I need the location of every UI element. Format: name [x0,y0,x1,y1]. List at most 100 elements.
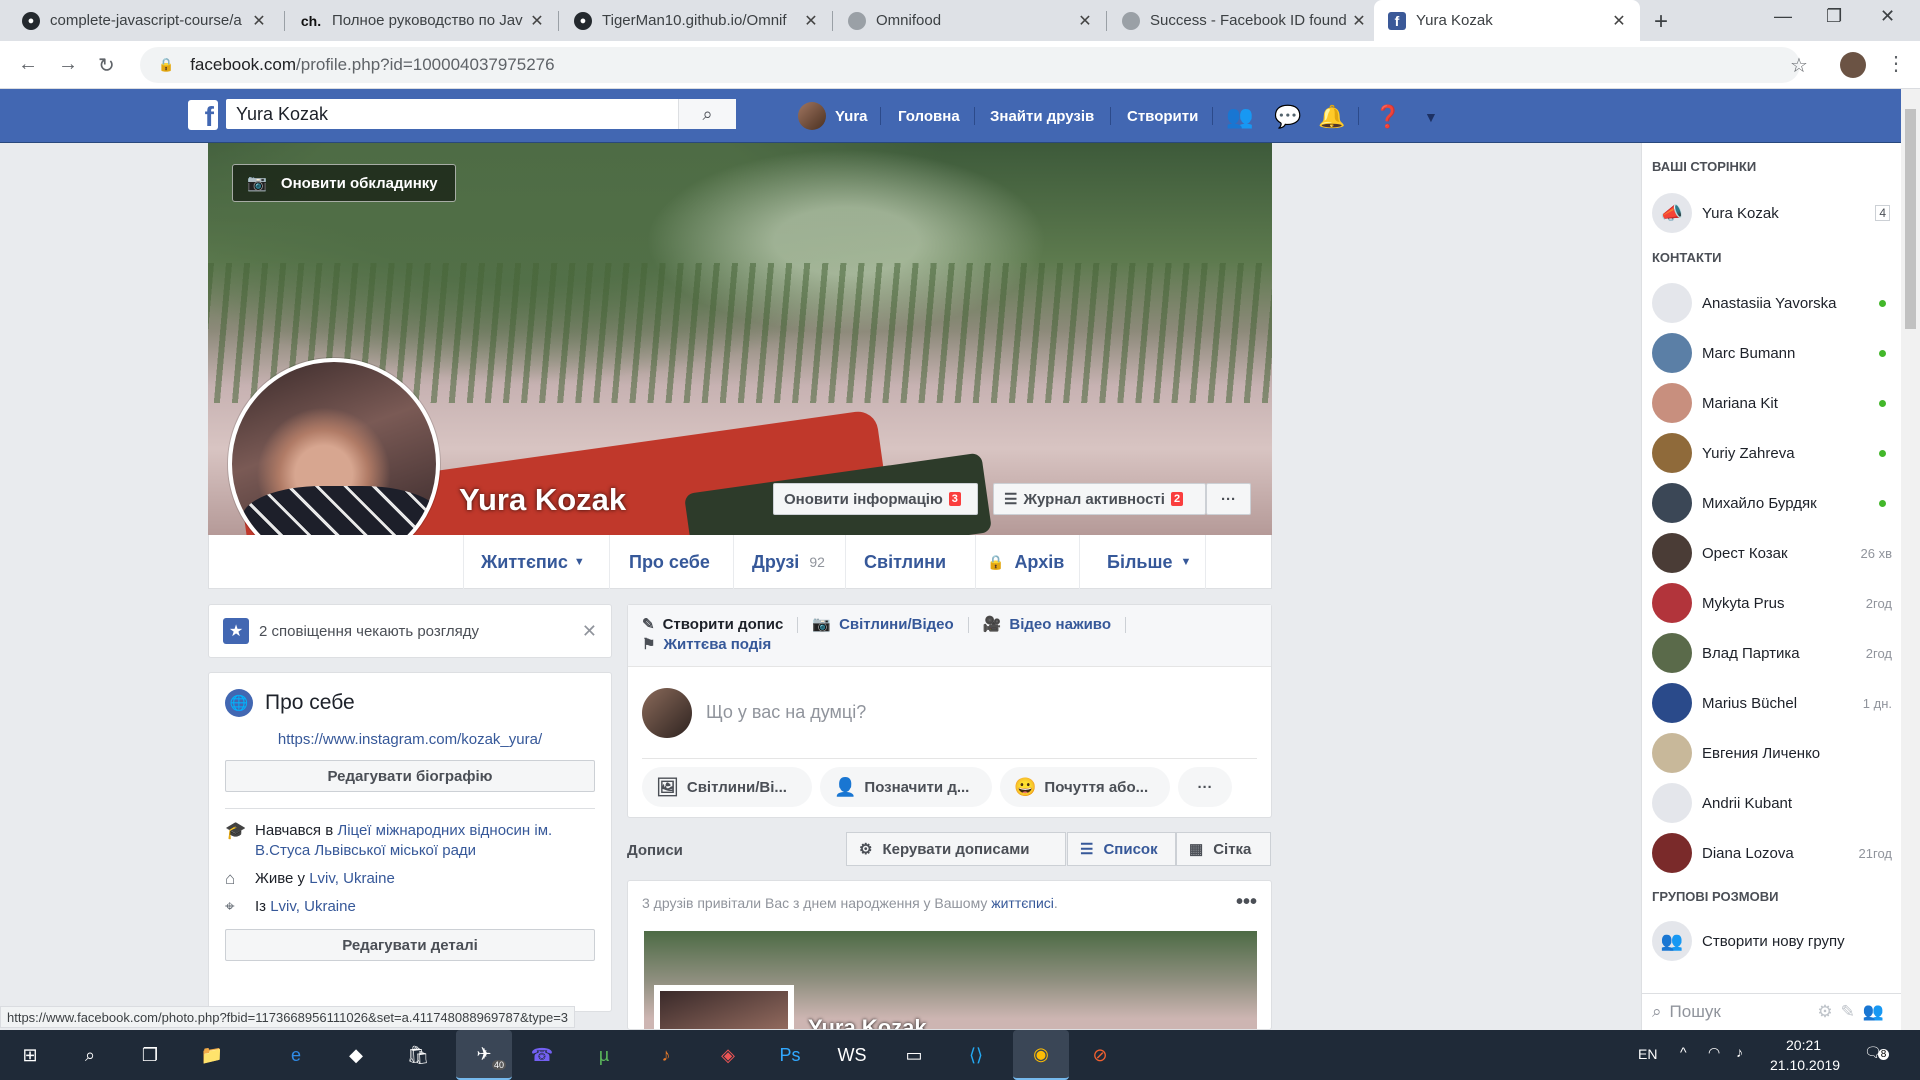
photoshop-icon[interactable]: Ps [774,1039,806,1071]
contact-item[interactable]: Diana Lozova 21год [1652,833,1892,873]
telegram-icon[interactable]: ✈ 40 [456,1030,512,1080]
minimize-button[interactable]: — [1774,6,1792,27]
volume-icon[interactable]: ♪ [1736,1044,1743,1060]
update-info-button[interactable]: Оновити інформацію 3 [773,483,978,515]
tab-friends[interactable]: Друзі 92 [752,535,825,589]
clock-time[interactable]: 20:21 [1786,1037,1821,1053]
contact-item[interactable]: Andrii Kubant [1652,783,1892,823]
tag-friends-pill[interactable]: 👤 Позначити д... [820,767,992,807]
search-icon[interactable]: ⌕ [74,1039,106,1071]
search-icon[interactable]: ⌕ [678,99,736,129]
contact-item[interactable]: Mariana Kit [1652,383,1892,423]
pending-notifications[interactable]: ★ 2 сповіщення чекають розгляду ✕ [208,604,612,658]
contact-item[interactable]: Marius Büchel 1 дн. [1652,683,1892,723]
contact-item[interactable]: Yuriy Zahreva [1652,433,1892,473]
contact-item[interactable]: Mykyta Prus 2год [1652,583,1892,623]
language-indicator[interactable]: EN [1638,1046,1657,1062]
contact-item[interactable]: Marc Bumann [1652,333,1892,373]
page-scrollbar[interactable] [1901,89,1920,1030]
messenger-icon[interactable]: 💬 [1274,104,1301,130]
chrome-icon[interactable]: ◉ [1013,1030,1069,1080]
header-profile-link[interactable]: Yura [798,89,868,143]
activity-log-button[interactable]: ☰ Журнал активності 2 [993,483,1206,515]
more-options-button[interactable]: ··· [1206,483,1251,515]
fl-studio-icon[interactable]: ♪ [650,1039,682,1071]
feeling-pill[interactable]: 😀 Почуття або... [1000,767,1170,807]
nav-create[interactable]: Створити [1127,89,1198,143]
app-icon[interactable]: ◆ [340,1039,372,1071]
reload-icon[interactable]: ↻ [98,53,115,78]
chat-settings-icons[interactable]: ⚙✎👥 [1817,1002,1892,1022]
file-explorer-icon[interactable]: 📁 [196,1039,228,1071]
tray-chevron-icon[interactable]: ^ [1680,1044,1687,1060]
task-view-icon[interactable]: ❐ [134,1039,166,1071]
new-tab-button[interactable]: + [1654,8,1668,36]
viber-icon[interactable]: ☎ [526,1039,558,1071]
grid-view-button[interactable]: ▦ Сітка [1176,832,1271,866]
browser-tab[interactable]: ch. Полное руководство по Jav ✕ [286,0,558,41]
edit-bio-button[interactable]: Редагувати біографію [225,760,595,792]
tab-live-video[interactable]: 🎥 Відео наживо [983,615,1111,635]
clock-date[interactable]: 21.10.2019 [1770,1057,1840,1073]
help-icon[interactable]: ❓ [1374,104,1401,130]
update-cover-button[interactable]: 📷 Оновити обкладинку [232,164,456,202]
tab-life-event[interactable]: ⚑ Життєва подія [642,635,771,655]
search-input[interactable] [226,99,678,129]
browser-tab[interactable]: Omnifood ✕ [834,0,1106,41]
tab-about[interactable]: Про себе [629,535,710,589]
windows-start-icon[interactable]: ⊞ [14,1039,46,1071]
close-icon[interactable]: ✕ [1610,11,1628,31]
utorrent-icon[interactable]: µ [588,1039,620,1071]
manage-posts-button[interactable]: ⚙ Керувати дописами [846,832,1066,866]
browser-tab[interactable]: ● TigerMan10.github.io/Omnif ✕ [560,0,832,41]
post-profile-image[interactable] [654,985,794,1029]
more-pill[interactable]: ··· [1178,767,1232,807]
store-icon[interactable]: 🛍 [402,1039,434,1071]
close-icon[interactable]: ✕ [528,11,546,31]
contact-item[interactable]: Михайло Бурдяк [1652,483,1892,523]
close-icon[interactable]: ✕ [1350,11,1368,31]
contact-item[interactable]: Евгения Личенко [1652,733,1892,773]
edge-icon[interactable]: e [280,1039,312,1071]
tab-photo-video[interactable]: 📷 Світлини/Відео [812,615,953,635]
facebook-logo[interactable]: f [188,100,218,130]
tab-create-post[interactable]: ✎ Створити допис [642,615,783,635]
contact-item[interactable]: Влад Партика 2год [1652,633,1892,673]
scrollbar-thumb[interactable] [1905,109,1916,329]
tab-photos[interactable]: Світлини [864,535,946,589]
tab-more[interactable]: Більше ▼ [1107,535,1191,589]
close-icon[interactable]: ✕ [802,11,820,31]
contact-item[interactable]: Anastasiia Yavorska [1652,283,1892,323]
notifications-bell-icon[interactable]: 🔔 [1318,104,1345,130]
create-group-item[interactable]: 👥 Створити нову групу [1652,921,1892,961]
close-icon[interactable]: ✕ [582,621,597,642]
webstorm-icon[interactable]: WS [836,1039,868,1071]
browser-tab[interactable]: ● complete-javascript-course/a ✕ [8,0,280,41]
close-icon[interactable]: ✕ [250,11,268,31]
contact-item[interactable]: Орест Козак 26 хв [1652,533,1892,573]
chat-search[interactable]: ⌕ Пошук ⚙✎👥 [1642,993,1902,1030]
browser-profile-avatar[interactable] [1840,52,1866,78]
timeline-link[interactable]: життєписі [991,895,1054,911]
close-icon[interactable]: ✕ [1076,11,1094,31]
tab-archive[interactable]: 🔒 Архів [987,535,1064,589]
hometown-link[interactable]: Lviv, Ukraine [270,898,356,915]
browser-tab-active[interactable]: f Yura Kozak ✕ [1374,0,1640,41]
tab-timeline[interactable]: Життєпис ▼ [481,535,585,589]
action-center-icon[interactable]: 🗨8 [1864,1044,1890,1061]
list-view-button[interactable]: ☰ Список [1067,832,1176,866]
bookmark-star-icon[interactable]: ☆ [1790,53,1808,78]
composer-input-row[interactable]: Що у вас на думці? [642,667,1257,759]
city-link[interactable]: Lviv, Ukraine [309,870,395,887]
friend-requests-icon[interactable]: 👥 [1226,104,1253,130]
close-window-button[interactable]: ✕ [1880,6,1895,27]
maximize-button[interactable]: ❐ [1826,6,1842,27]
page-item[interactable]: 📣 Yura Kozak 4 [1652,193,1892,233]
post-options-icon[interactable]: ••• [1236,891,1257,914]
git-tool-icon[interactable]: ◈ [712,1039,744,1071]
back-arrow-icon[interactable]: ← [18,53,38,76]
browser-tab[interactable]: Success - Facebook ID found ✕ [1108,0,1380,41]
wifi-icon[interactable]: ◠ [1708,1044,1720,1061]
account-menu-chevron-icon[interactable]: ▼ [1424,109,1438,125]
edit-details-button[interactable]: Редагувати деталі [225,929,595,961]
